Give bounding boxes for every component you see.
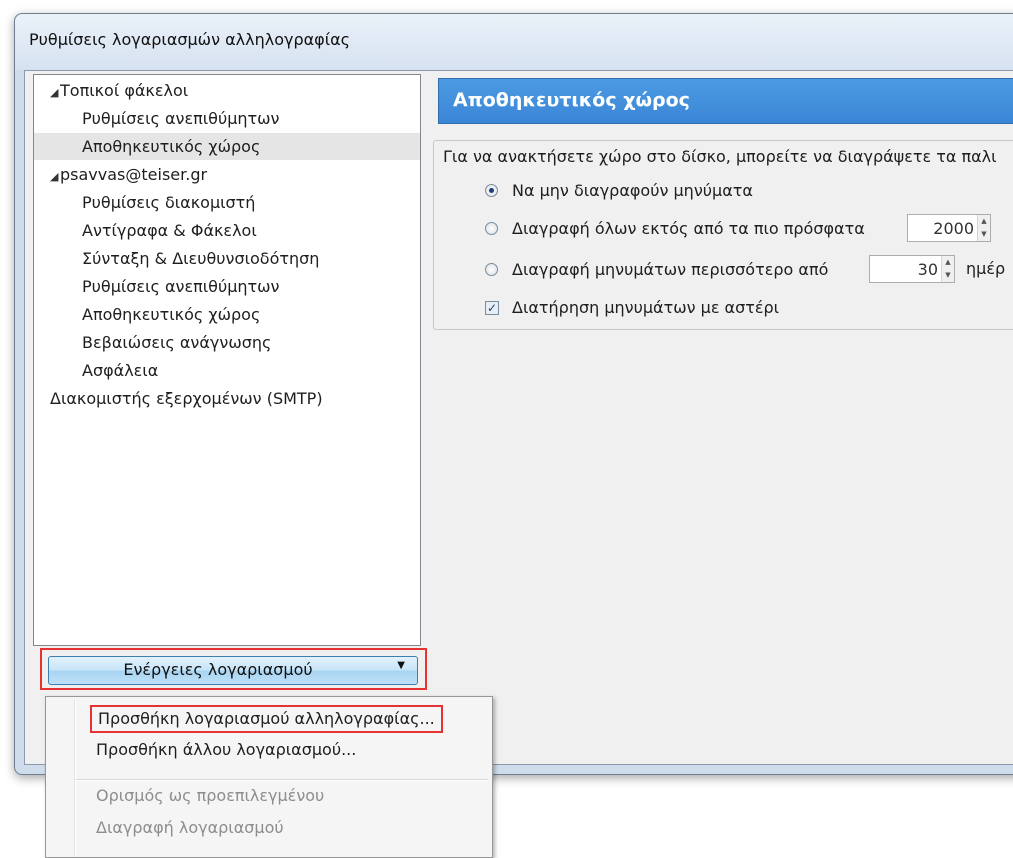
menu-item-add-mail-account[interactable]: Προσθήκη λογαριασμού αλληλογραφίας... [90,705,443,733]
radio-button-checked[interactable] [485,184,498,197]
tree-item-label: Ασφάλεια [82,361,159,380]
account-actions-button[interactable]: Ενέργειες λογαριασμού ▼ [48,656,418,685]
panel-header: Αποθηκευτικός χώρος [438,78,1013,124]
tree-item-account-disk-space[interactable]: Αποθηκευτικός χώρος [34,301,420,328]
days-suffix: ημέρ [966,259,1006,278]
menu-item-label: Ορισμός ως προεπιλεγμένου [96,786,325,805]
option-label: Διατήρηση μηνυμάτων με αστέρι [512,298,780,317]
tree-item-copies-folders[interactable]: Αντίγραφα & Φάκελοι [34,217,420,244]
spin-arrows-icon[interactable]: ▲ ▼ [941,256,954,282]
menu-gutter [74,699,76,857]
tree-item-label: Ρυθμίσεις ανεπιθύμητων [82,277,280,296]
tree-item-return-receipts[interactable]: Βεβαιώσεις ανάγνωσης [34,329,420,356]
account-actions-menu: Προσθήκη λογαριασμού αλληλογραφίας... Πρ… [45,696,493,858]
tree-item-label: psavvas@teiser.gr [60,165,208,184]
tree-item-local-folders[interactable]: ◢Τοπικοί φάκελοι [34,77,420,104]
tree-item-label: Αποθηκευτικός χώρος [82,305,261,324]
expanded-triangle-icon[interactable]: ◢ [50,79,60,106]
tree-item-composition[interactable]: Σύνταξη & Διευθυνσιοδότηση [34,245,420,272]
checkbox-checked-icon[interactable]: ✓ [485,301,499,315]
tree-item-security[interactable]: Ασφάλεια [34,357,420,384]
tree-item-label: Διακομιστής εξερχομένων (SMTP) [50,389,323,408]
tree-item-account[interactable]: ◢psavvas@teiser.gr [34,161,420,188]
disk-space-intro: Για να ανακτήσετε χώρο στο δίσκο, μπορεί… [443,147,997,166]
radio-button[interactable] [485,222,498,235]
menu-item-label: Διαγραφή λογαριασμού [96,818,284,837]
dropdown-arrow-icon: ▼ [397,660,405,671]
expanded-triangle-icon[interactable]: ◢ [50,163,60,190]
menu-item-add-other-account[interactable]: Προσθήκη άλλου λογαριασμού... [96,735,356,765]
tree-item-server-settings[interactable]: Ρυθμίσεις διακομιστή [34,189,420,216]
tree-item-label: Τοπικοί φάκελοι [60,81,189,100]
account-tree[interactable]: ◢Τοπικοί φάκελοι Ρυθμίσεις ανεπιθύμητων … [33,74,421,646]
tree-item-label: Αντίγραφα & Φάκελοι [82,221,257,240]
tree-item-label: Ρυθμίσεις διακομιστή [82,193,256,212]
option-label: Διαγραφή μηνυμάτων περισσότερο από [512,260,829,279]
menu-item-set-default: Ορισμός ως προεπιλεγμένου [96,781,324,811]
panel-title: Αποθηκευτικός χώρος [453,89,690,111]
recent-count-value: 2000 [933,219,974,238]
tree-item-disk-space[interactable]: Αποθηκευτικός χώρος [34,133,420,160]
menu-item-label: Προσθήκη άλλου λογαριασμού... [96,740,357,759]
days-value: 30 [917,260,938,279]
tree-item-account-junk-settings[interactable]: Ρυθμίσεις ανεπιθύμητων [34,273,420,300]
days-stepper[interactable]: 30 ▲ ▼ [869,255,955,283]
tree-item-label: Βεβαιώσεις ανάγνωσης [82,333,272,352]
option-label: Διαγραφή όλων εκτός από τα πιο πρόσφατα [512,219,865,238]
menu-item-remove-account: Διαγραφή λογαριασμού [96,813,284,843]
spin-arrows-icon[interactable]: ▲ ▼ [977,215,990,241]
account-actions-highlight: Ενέργειες λογαριασμού ▼ [40,648,427,690]
tree-item-smtp[interactable]: Διακομιστής εξερχομένων (SMTP) [34,385,420,412]
recent-count-stepper[interactable]: 2000 ▲ ▼ [907,214,991,242]
radio-button[interactable] [485,263,498,276]
tree-item-junk-settings[interactable]: Ρυθμίσεις ανεπιθύμητων [34,105,420,132]
option-label: Να μην διαγραφούν μηνύματα [512,181,753,200]
menu-item-label: Προσθήκη λογαριασμού αλληλογραφίας... [98,709,435,728]
account-actions-label: Ενέργειες λογαριασμού [123,660,313,679]
title-bar[interactable]: Ρυθμίσεις λογαριασμών αλληλογραφίας [15,14,1013,70]
tree-item-label: Σύνταξη & Διευθυνσιοδότηση [82,249,320,268]
tree-item-label: Ρυθμίσεις ανεπιθύμητων [82,109,280,128]
tree-item-label: Αποθηκευτικός χώρος [82,137,261,156]
window-title: Ρυθμίσεις λογαριασμών αλληλογραφίας [29,30,351,49]
